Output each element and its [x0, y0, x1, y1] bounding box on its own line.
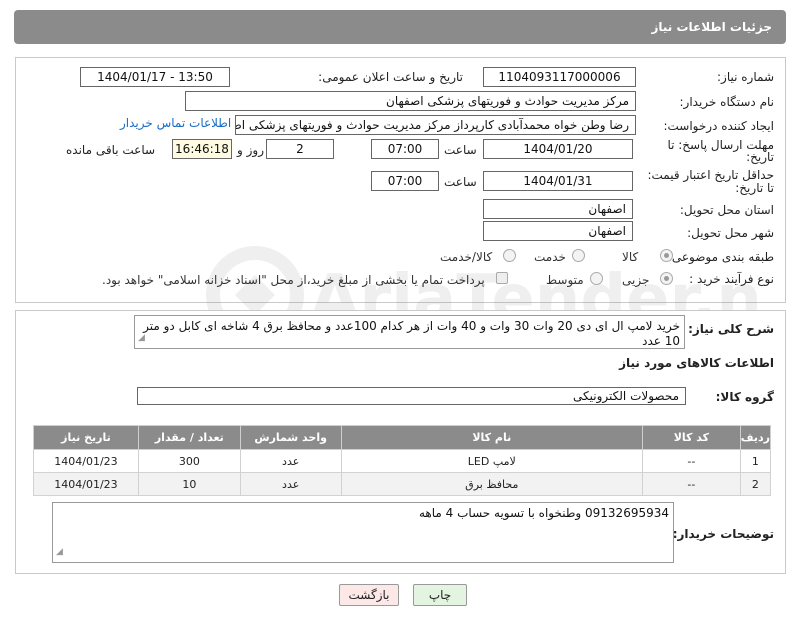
price-validity-label-2: تا تاریخ: — [735, 181, 774, 195]
table-row: 2 -- محافظ برق عدد 10 1404/01/23 — [33, 472, 772, 496]
process-minor-label: جزیی — [622, 273, 650, 287]
province-field: اصفهان — [483, 199, 633, 219]
cell-need-date: 1404/01/23 — [33, 472, 139, 496]
category-service-radio[interactable] — [572, 249, 585, 262]
reply-time-label: ساعت — [444, 143, 477, 157]
cell-quantity: 10 — [137, 472, 241, 496]
announce-field: 1404/01/17 - 13:50 — [80, 67, 230, 87]
table-row: 1 -- لامپ LED عدد 300 1404/01/23 — [33, 449, 772, 473]
process-minor-radio[interactable] — [660, 272, 673, 285]
description-label: شرح کلی نیاز: — [688, 322, 774, 336]
description-textarea[interactable]: خرید لامپ ال ای دی 20 وات 30 وات و 40 وا… — [134, 315, 685, 349]
need-number-label: شماره نیاز: — [717, 70, 774, 84]
announce-label: تاریخ و ساعت اعلان عمومی: — [318, 70, 463, 84]
reply-time-field: 07:00 — [371, 139, 439, 159]
goods-table: ردیف کد کالا نام کالا واحد شمارش تعداد /… — [33, 425, 772, 496]
days-label: روز و — [237, 143, 264, 157]
print-button[interactable]: چاپ — [413, 584, 467, 606]
buyer-org-label: نام دستگاه خریدار: — [679, 95, 775, 109]
col-unit: واحد شمارش — [239, 425, 342, 450]
col-need-date: تاریخ نیاز — [33, 425, 139, 450]
buyer-notes-text: 09132695934 وطنخواه با تسویه حساب 4 ماهه — [419, 506, 669, 520]
description-text: خرید لامپ ال ای دی 20 وات 30 وات و 40 وا… — [143, 319, 680, 348]
remaining-time-field: 16:46:18 — [172, 139, 232, 159]
col-row-number: ردیف — [739, 425, 772, 450]
table-header-row: ردیف کد کالا نام کالا واحد شمارش تعداد /… — [33, 425, 772, 450]
page-title-bar: جزئیات اطلاعات نیاز — [14, 10, 786, 44]
price-validity-label: حداقل تاریخ اعتبار قیمت: — [647, 168, 774, 182]
buyer-contact-link[interactable]: اطلاعات تماس خریدار — [120, 116, 231, 130]
requester-field: رضا وطن خواه محمدآبادی کارپرداز مرکز مدی… — [235, 115, 636, 135]
cell-goods-name: محافظ برق — [340, 472, 643, 496]
category-both-radio[interactable] — [503, 249, 516, 262]
process-medium-radio[interactable] — [590, 272, 603, 285]
resize-grip-icon[interactable]: ◢ — [56, 545, 63, 560]
validity-time-label: ساعت — [444, 175, 477, 189]
cell-unit: عدد — [239, 472, 342, 496]
validity-date-field: 1404/01/31 — [483, 171, 633, 191]
cell-row-number: 2 — [739, 472, 772, 496]
city-field: اصفهان — [483, 221, 633, 241]
treasury-checkbox[interactable] — [496, 272, 508, 284]
col-quantity: تعداد / مقدار — [137, 425, 241, 450]
category-label: طبقه بندی موضوعی: — [667, 250, 774, 264]
process-label: نوع فرآیند خرید : — [689, 272, 774, 286]
category-goods-radio[interactable] — [660, 249, 673, 262]
cell-row-number: 1 — [739, 449, 772, 473]
province-label: استان محل تحویل: — [679, 203, 774, 217]
remaining-days-field: 2 — [266, 139, 334, 159]
need-number-field: 1104093117000006 — [483, 67, 636, 87]
remaining-label: ساعت باقی مانده — [66, 143, 156, 157]
buyer-notes-textarea[interactable]: 09132695934 وطنخواه با تسویه حساب 4 ماهه… — [52, 502, 674, 563]
col-goods-code: کد کالا — [641, 425, 741, 450]
buyer-notes-label: توضیحات خریدار: — [672, 527, 774, 541]
category-service-label: خدمت — [534, 250, 566, 264]
cell-goods-name: لامپ LED — [340, 449, 643, 473]
page-title: جزئیات اطلاعات نیاز — [651, 20, 772, 34]
reply-date-field: 1404/01/20 — [483, 139, 633, 159]
cell-goods-code: -- — [641, 472, 741, 496]
reply-deadline-label-2: تاریخ: — [746, 150, 774, 164]
col-goods-name: نام کالا — [340, 425, 643, 450]
goods-group-field: محصولات الکترونیکی — [137, 387, 686, 405]
cell-need-date: 1404/01/23 — [33, 449, 139, 473]
resize-grip-icon[interactable]: ◢ — [138, 331, 145, 346]
buyer-org-field: مرکز مدیریت حوادث و فوریتهای پزشکی اصفها… — [185, 91, 636, 111]
cell-goods-code: -- — [641, 449, 741, 473]
process-medium-label: متوسط — [546, 273, 584, 287]
goods-info-title: اطلاعات کالاهای مورد نیاز — [619, 356, 774, 370]
city-label: شهر محل تحویل: — [687, 226, 774, 240]
requester-label: ایجاد کننده درخواست: — [663, 119, 774, 133]
cell-unit: عدد — [239, 449, 342, 473]
back-button[interactable]: بازگشت — [339, 584, 399, 606]
validity-time-field: 07:00 — [371, 171, 439, 191]
cell-quantity: 300 — [137, 449, 241, 473]
goods-group-label: گروه کالا: — [715, 390, 774, 404]
category-both-label: کالا/خدمت — [440, 250, 493, 264]
treasury-note: پرداخت تمام یا بخشی از مبلغ خرید،از محل … — [102, 273, 485, 287]
category-goods-label: کالا — [622, 250, 639, 264]
